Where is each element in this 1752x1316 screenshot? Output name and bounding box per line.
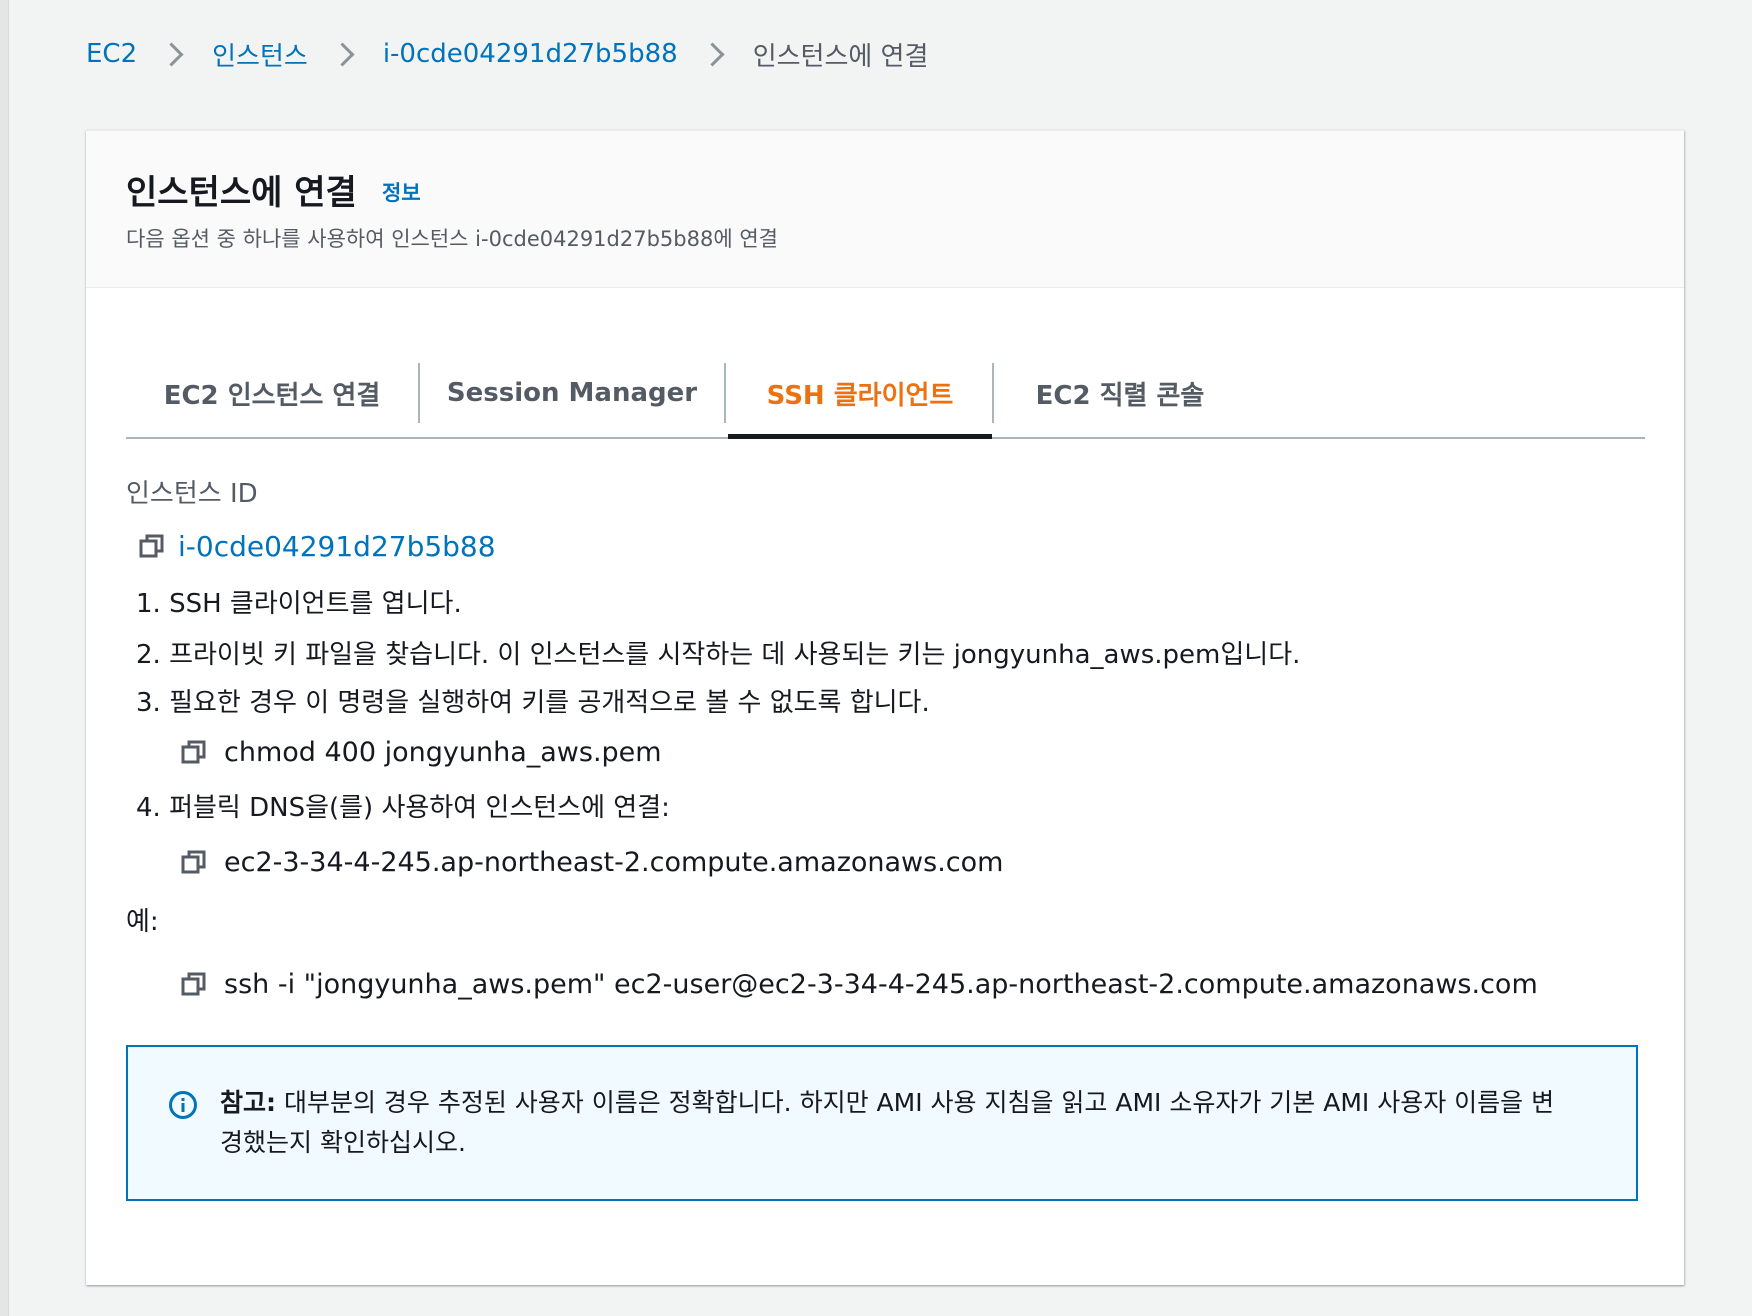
tab-ec2-instance-connect[interactable]: EC2 인스턴스 연결 (126, 349, 418, 437)
copy-icon[interactable] (180, 738, 208, 766)
chevron-right-icon (330, 41, 355, 67)
left-edge (0, 0, 9, 1316)
container-header: 인스턴스에 연결 정보 다음 옵션 중 하나를 사용하여 인스턴스 i-0cde… (86, 131, 1684, 288)
chmod-command-row: chmod 400 jongyunha_aws.pem (180, 732, 1645, 772)
alert-body: 대부분의 경우 추정된 사용자 이름은 정확합니다. 하지만 AMI 사용 지침… (220, 1088, 1555, 1157)
tab-session-manager[interactable]: Session Manager (420, 349, 724, 437)
step-4: 4. 퍼블릭 DNS을(를) 사용하여 인스턴스에 연결: (136, 793, 670, 823)
page-description: 다음 옵션 중 하나를 사용하여 인스턴스 i-0cde04291d27b5b8… (126, 227, 778, 251)
connect-container: 인스턴스에 연결 정보 다음 옵션 중 하나를 사용하여 인스턴스 i-0cde… (86, 130, 1684, 1285)
breadcrumb-current: 인스턴스에 연결 (752, 41, 929, 72)
example-label: 예: (126, 907, 159, 937)
alert-text: 참고: 대부분의 경우 추정된 사용자 이름은 정확합니다. 하지만 AMI 사… (220, 1083, 1560, 1163)
step-3: 3. 필요한 경우 이 명령을 실행하여 키를 공개적으로 볼 수 없도록 합니… (136, 688, 930, 718)
tab-ssh-client[interactable]: SSH 클라이언트 (728, 349, 992, 439)
breadcrumb: EC2 인스턴스 i-0cde04291d27b5b88 인스턴스에 연결 (86, 34, 928, 74)
ssh-command: ssh -i "jongyunha_aws.pem" ec2-user@ec2-… (224, 968, 1538, 1000)
tab-divider (724, 363, 726, 423)
chevron-right-icon (700, 41, 725, 67)
page-title: 인스턴스에 연결 (126, 173, 357, 213)
tab-ec2-serial-console[interactable]: EC2 직렬 콘솔 (994, 349, 1246, 437)
copy-icon[interactable] (138, 532, 166, 560)
info-circle-icon (168, 1090, 198, 1120)
instance-id-link[interactable]: i-0cde04291d27b5b88 (178, 530, 496, 563)
info-link[interactable]: 정보 (382, 177, 421, 207)
chmod-command: chmod 400 jongyunha_aws.pem (224, 736, 662, 768)
info-alert: 참고: 대부분의 경우 추정된 사용자 이름은 정확합니다. 하지만 AMI 사… (126, 1045, 1638, 1201)
chevron-right-icon (159, 41, 184, 67)
steps-list: 1. SSH 클라이언트를 엽니다. 2. 프라이빗 키 파일을 찾습니다. 이… (136, 586, 1645, 882)
breadcrumb-instances[interactable]: 인스턴스 (212, 36, 308, 73)
step-1: 1. SSH 클라이언트를 엽니다. (136, 589, 462, 619)
ssh-client-panel: 인스턴스 ID i-0cde04291d27b5b88 1. SSH 클라이언트… (126, 476, 1645, 1004)
breadcrumb-instance-id[interactable]: i-0cde04291d27b5b88 (383, 39, 678, 69)
tab-list: EC2 인스턴스 연결 Session Manager SSH 클라이언트 EC… (126, 349, 1645, 439)
public-dns: ec2-3-34-4-245.ap-northeast-2.compute.am… (224, 846, 1004, 878)
alert-strong: 참고: (220, 1088, 276, 1117)
copy-icon[interactable] (180, 970, 208, 998)
public-dns-row: ec2-3-34-4-245.ap-northeast-2.compute.am… (180, 842, 1645, 882)
copy-icon[interactable] (180, 848, 208, 876)
ssh-command-row: ssh -i "jongyunha_aws.pem" ec2-user@ec2-… (180, 964, 1645, 1004)
breadcrumb-ec2[interactable]: EC2 (86, 39, 137, 69)
instance-id-row: i-0cde04291d27b5b88 (138, 526, 1645, 566)
instance-id-label: 인스턴스 ID (126, 479, 258, 509)
step-2: 2. 프라이빗 키 파일을 찾습니다. 이 인스턴스를 시작하는 데 사용되는 … (136, 640, 1301, 670)
